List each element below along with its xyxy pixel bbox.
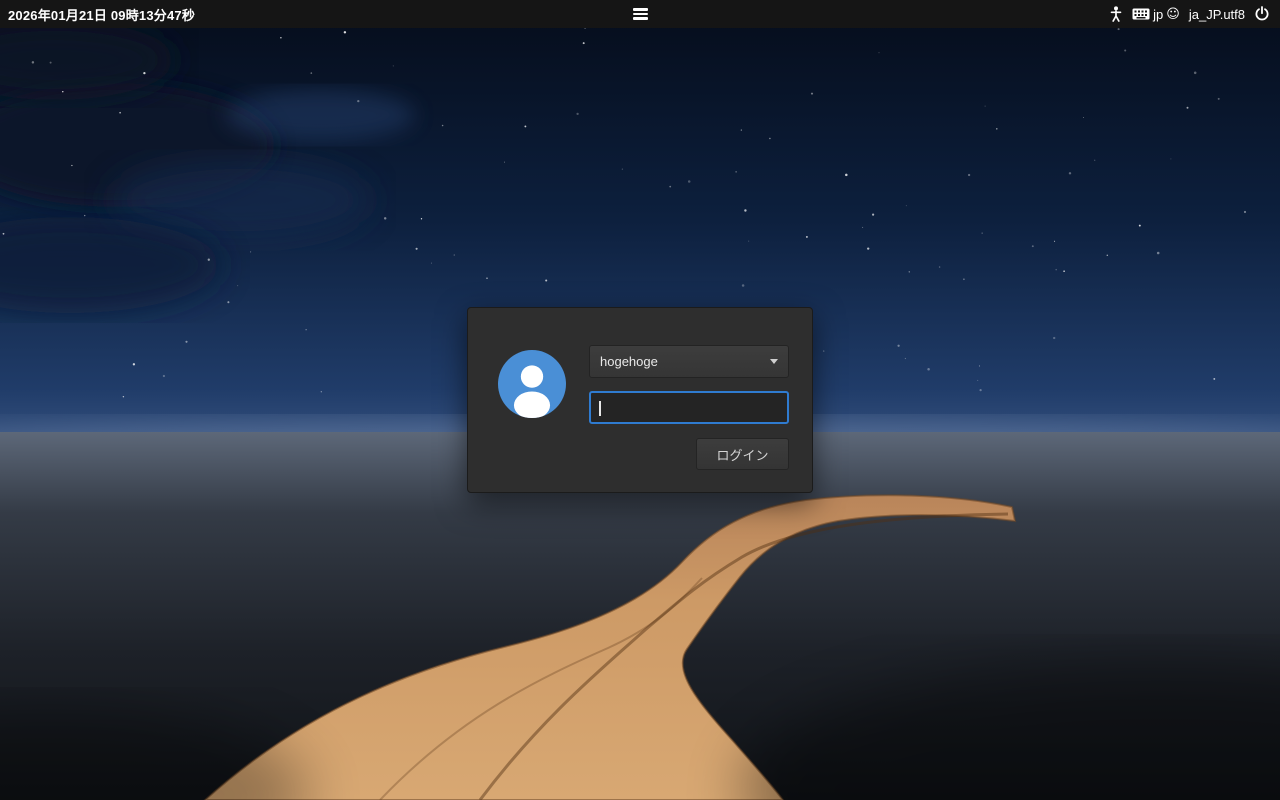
menu-icon [633, 8, 648, 11]
chevron-down-icon [770, 359, 778, 364]
login-dialog: hogehoge ログイン [467, 307, 813, 493]
power-icon [1254, 6, 1270, 22]
login-button[interactable]: ログイン [696, 438, 789, 470]
power-button[interactable] [1254, 0, 1270, 28]
accessibility-button[interactable] [1109, 0, 1123, 28]
clock: 2026年01月21日 09時13分47秒 [0, 5, 195, 24]
keyboard-layout-label: jp [1153, 7, 1163, 22]
ime-indicator-icon: ☺ [1166, 7, 1180, 22]
accessibility-icon [1109, 6, 1123, 22]
password-field-frame [589, 391, 789, 424]
user-avatar [498, 350, 566, 418]
login-screen: 2026年01月21日 09時13分47秒 [0, 0, 1280, 800]
keyboard-icon [1132, 8, 1150, 20]
keyboard-layout-button[interactable]: jp ☺ [1132, 7, 1180, 22]
password-input[interactable] [591, 393, 787, 422]
session-menu-button[interactable] [626, 0, 654, 28]
username-label: hogehoge [600, 354, 658, 369]
locale-menu[interactable]: ja_JP.utf8 [1189, 7, 1245, 22]
top-panel: 2026年01月21日 09時13分47秒 [0, 0, 1280, 28]
username-dropdown[interactable]: hogehoge [589, 345, 789, 378]
